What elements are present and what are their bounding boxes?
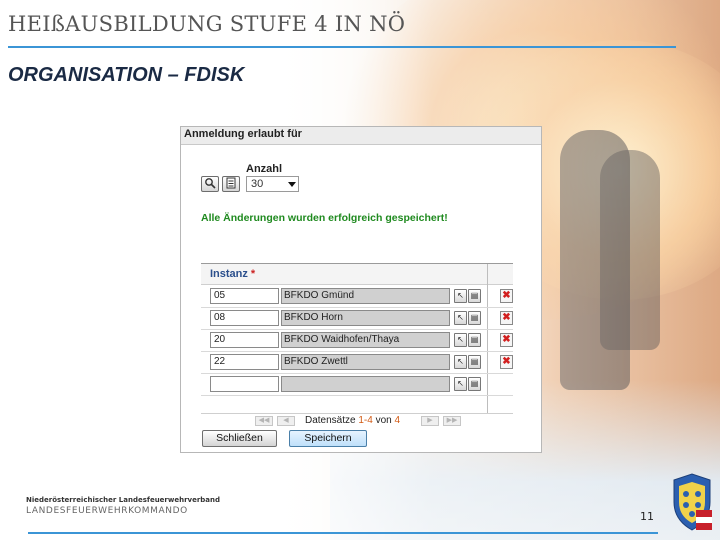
bottom-rule <box>28 532 658 534</box>
title-rule <box>8 46 676 48</box>
table-row: 22 BFKDO Zwettl ↖ ▤ ✖ <box>201 351 513 374</box>
instance-number-field[interactable]: 08 <box>210 310 279 326</box>
table-header: Instanz * <box>201 264 513 285</box>
count-label: Anzahl <box>246 163 283 175</box>
crest-logo-icon <box>673 473 712 531</box>
pager-status: Datensätze 1-4 von 4 <box>305 415 400 426</box>
table-row: ↖ ▤ <box>201 373 513 396</box>
pager-range: 1-4 <box>358 415 373 426</box>
chevron-down-icon[interactable] <box>288 182 296 187</box>
list-icon[interactable] <box>222 176 240 192</box>
prev-page-icon[interactable]: ◀ <box>277 416 295 426</box>
slide-title: HEIßAUSBILDUNG STUFE 4 IN NÖ <box>8 12 406 36</box>
instance-name-field <box>281 376 450 392</box>
column-header-instanz: Instanz * <box>210 268 255 280</box>
fdisk-dialog: Anmeldung erlaubt für Anzahl 30 Alle Änd… <box>180 126 542 453</box>
slide-subtitle: ORGANISATION – FDISK <box>8 64 245 86</box>
table-icon[interactable]: ▤ <box>468 355 481 369</box>
first-page-icon[interactable]: ◀◀ <box>255 416 273 426</box>
table-icon[interactable]: ▤ <box>468 333 481 347</box>
instance-name-field: BFKDO Gmünd <box>281 288 450 304</box>
table-row: 08 BFKDO Horn ↖ ▤ ✖ <box>201 307 513 330</box>
instance-number-field[interactable]: 05 <box>210 288 279 304</box>
pager-of: von <box>375 415 392 426</box>
delete-icon[interactable]: ✖ <box>500 289 513 303</box>
count-select-value: 30 <box>251 178 264 190</box>
table-icon[interactable]: ▤ <box>468 311 481 325</box>
instance-number-field[interactable]: 20 <box>210 332 279 348</box>
pager: ◀◀ ◀ Datensätze 1-4 von 4 ▶ ▶▶ <box>201 413 513 428</box>
last-page-icon[interactable]: ▶▶ <box>443 416 461 426</box>
search-icon[interactable] <box>201 176 219 192</box>
next-page-icon[interactable]: ▶ <box>421 416 439 426</box>
table-icon[interactable]: ▤ <box>468 289 481 303</box>
instance-name-field: BFKDO Horn <box>281 310 450 326</box>
count-select[interactable]: 30 <box>246 176 299 192</box>
instance-name-field: BFKDO Waidhofen/Thaya <box>281 332 450 348</box>
select-pointer-icon[interactable]: ↖ <box>454 333 467 347</box>
success-message: Alle Änderungen wurden erfolgreich gespe… <box>201 212 448 224</box>
select-pointer-icon[interactable]: ↖ <box>454 377 467 391</box>
instance-number-field[interactable] <box>210 376 279 392</box>
footer-organisation: Niederösterreichischer Landesfeuerwehrve… <box>26 496 221 504</box>
dialog-header: Anmeldung erlaubt für <box>181 127 541 145</box>
select-pointer-icon[interactable]: ↖ <box>454 289 467 303</box>
page-number: 11 <box>640 510 654 523</box>
table-row: 20 BFKDO Waidhofen/Thaya ↖ ▤ ✖ <box>201 329 513 352</box>
instance-number-field[interactable]: 22 <box>210 354 279 370</box>
table-icon[interactable]: ▤ <box>468 377 481 391</box>
footer-command: LANDESFEUERWEHRKOMMANDO <box>26 506 188 516</box>
pager-total: 4 <box>394 415 401 426</box>
close-button[interactable]: Schließen <box>202 430 277 447</box>
delete-icon[interactable]: ✖ <box>500 333 513 347</box>
column-header-label: Instanz <box>210 268 248 280</box>
instance-name-field: BFKDO Zwettl <box>281 354 450 370</box>
table-row: 05 BFKDO Gmünd ↖ ▤ ✖ <box>201 285 513 308</box>
save-button[interactable]: Speichern <box>289 430 367 447</box>
select-pointer-icon[interactable]: ↖ <box>454 311 467 325</box>
select-pointer-icon[interactable]: ↖ <box>454 355 467 369</box>
delete-icon[interactable]: ✖ <box>500 355 513 369</box>
instance-table: Instanz * 05 BFKDO Gmünd ↖ ▤ ✖ 08 BFKDO H… <box>201 263 513 414</box>
required-marker: * <box>250 268 256 280</box>
delete-icon[interactable]: ✖ <box>500 311 513 325</box>
pager-prefix: Datensätze <box>305 415 356 426</box>
